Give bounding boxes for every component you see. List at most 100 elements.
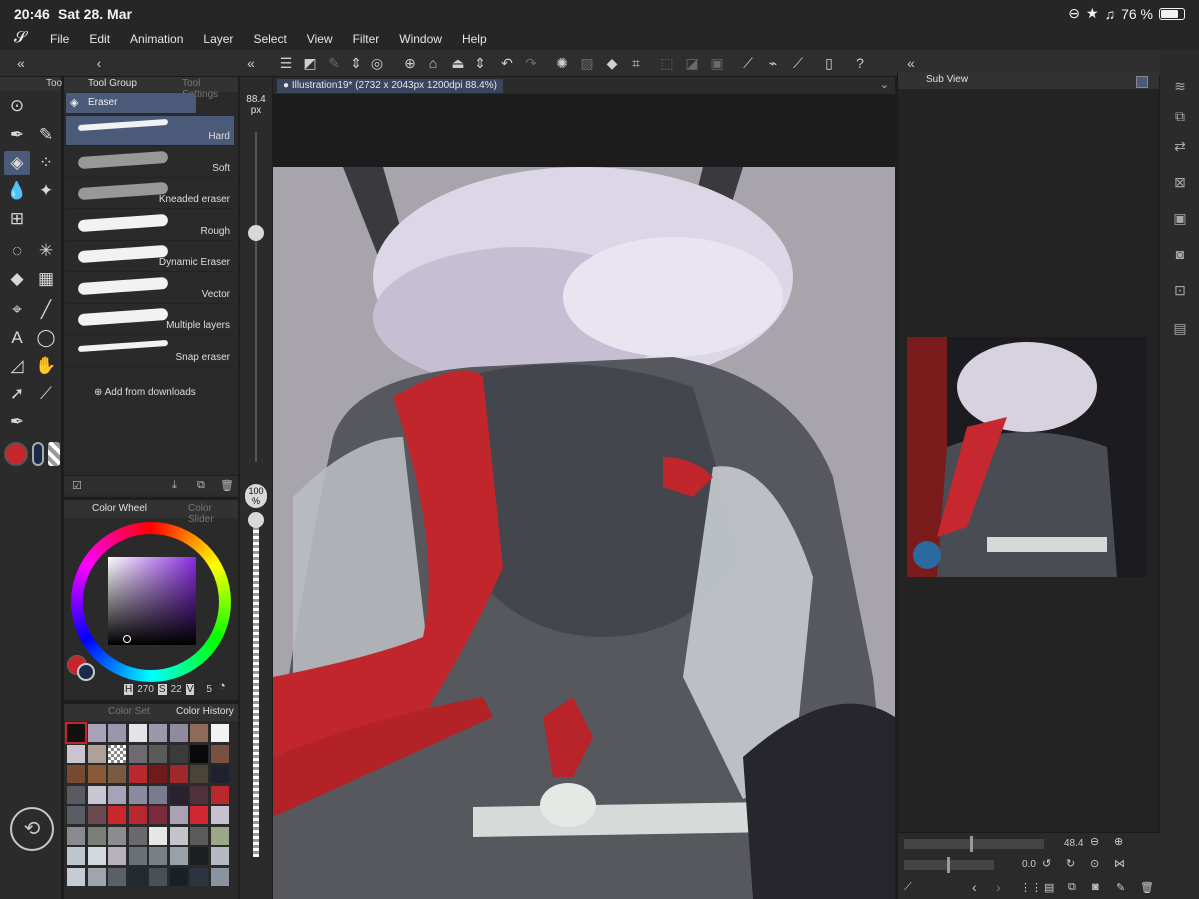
zoom-in-icon[interactable]: ⊕ (1114, 835, 1123, 848)
trash-icon[interactable]: 🗑 (220, 479, 234, 492)
color-swatch[interactable] (67, 826, 85, 845)
color-swatch[interactable] (169, 826, 188, 845)
color-swatch[interactable] (108, 765, 126, 783)
color-swatch[interactable] (108, 826, 126, 845)
opacity-slider-handle[interactable] (248, 512, 264, 528)
arrows-updown-icon[interactable]: ⇕ (347, 54, 365, 72)
import-icon[interactable]: ⧉ (1068, 881, 1076, 894)
color-swatch[interactable] (149, 806, 167, 824)
snap-2-icon[interactable]: ⟋ (789, 54, 807, 72)
line-tool-icon[interactable]: ╱ (33, 298, 59, 322)
menu-hamburger-icon[interactable]: ☰ (277, 54, 295, 72)
color-swatch[interactable] (65, 722, 87, 744)
edit-icon[interactable]: ✎ (325, 54, 343, 72)
tab-color-slider[interactable]: Color Slider (188, 503, 238, 525)
color-swatch[interactable] (128, 744, 147, 763)
menu-select[interactable]: Select (253, 32, 286, 46)
menu-file[interactable]: File (50, 32, 69, 46)
opacity-slider-track[interactable] (253, 517, 259, 857)
color-swatch[interactable] (67, 744, 85, 763)
color-swatch[interactable] (190, 744, 208, 763)
redo-icon[interactable]: ↷ (522, 54, 540, 72)
reference-image[interactable] (907, 337, 1147, 577)
color-swatch[interactable] (149, 785, 167, 804)
color-swatch[interactable] (128, 826, 147, 845)
history-icon[interactable]: ⇄ (1170, 136, 1190, 156)
trash-icon[interactable]: 🗑 (1140, 881, 1154, 894)
menu-filter[interactable]: Filter (353, 32, 380, 46)
prev-image-icon[interactable]: ‹ (972, 879, 977, 895)
rotate-slider-handle[interactable] (947, 857, 950, 873)
next-image-icon[interactable]: › (996, 879, 1001, 895)
navigator-icon[interactable]: ⊠ (1170, 172, 1190, 192)
sub-color-chip[interactable] (77, 663, 95, 681)
color-swatch[interactable] (108, 744, 126, 763)
color-swatch[interactable] (87, 785, 106, 804)
correct-line-tool-icon[interactable]: ✒ (4, 410, 30, 434)
color-swatch[interactable] (169, 724, 188, 742)
companion-icon[interactable]: ◎ (368, 54, 386, 72)
color-swatch[interactable] (67, 867, 85, 886)
color-swatch[interactable] (108, 785, 126, 804)
move-layer-tool-icon[interactable]: ⌖ (4, 298, 30, 322)
color-swatch[interactable] (87, 867, 106, 886)
zoom-slider[interactable] (904, 839, 1044, 849)
open-folder-icon[interactable]: ⌂ (424, 54, 442, 72)
menu-window[interactable]: Window (399, 32, 442, 46)
brush-item[interactable]: Soft (66, 148, 234, 178)
arrows-updown-2-icon[interactable]: ⇕ (471, 54, 489, 72)
add-from-downloads-button[interactable]: ⊕ Add from downloads (94, 387, 196, 398)
color-swatch[interactable] (149, 765, 167, 783)
brush-item[interactable]: Rough (66, 211, 234, 241)
color-swatch[interactable] (190, 806, 208, 824)
size-slider-handle[interactable] (248, 225, 264, 241)
saturation-value-square[interactable] (108, 557, 196, 645)
flip-horizontal-icon[interactable]: ⋈ (1114, 857, 1125, 870)
brush-item[interactable]: Snap eraser (66, 337, 234, 367)
invert-selection-icon[interactable]: ◪ (683, 54, 701, 72)
fill-icon[interactable]: ◆ (603, 54, 621, 72)
color-swatch[interactable] (87, 847, 106, 865)
app-logo-icon[interactable]: 𝓢 (14, 29, 26, 47)
figure-tool-icon[interactable]: ⊞ (4, 207, 30, 231)
save-icon[interactable]: ⏏ (449, 54, 467, 72)
gradient-tool-icon[interactable]: ▦ (33, 267, 59, 291)
color-swatch[interactable] (108, 724, 126, 742)
color-swatch[interactable] (67, 765, 85, 783)
ruler-tool-icon[interactable]: ◿ (4, 354, 30, 378)
color-swatch[interactable] (169, 867, 188, 886)
blend-tool-icon[interactable]: 💧 (4, 179, 30, 203)
brush-item[interactable]: Kneaded eraser (66, 179, 234, 209)
deselect-icon[interactable]: ⬚ (658, 54, 676, 72)
rotate-left-icon[interactable]: ↺ (1042, 857, 1051, 870)
undo-icon[interactable]: ↶ (498, 54, 516, 72)
color-swatch[interactable] (210, 806, 229, 824)
current-tool-header[interactable]: ◈ Eraser (66, 93, 196, 113)
new-canvas-icon[interactable]: ◩ (301, 54, 319, 72)
tab-sub-view[interactable]: Sub View (926, 74, 968, 85)
menu-help[interactable]: Help (462, 32, 487, 46)
color-swatch[interactable] (87, 806, 106, 824)
phone-icon[interactable]: ▯ (820, 54, 838, 72)
color-swatch[interactable] (190, 765, 208, 783)
eyedropper-icon[interactable]: ⟋ (904, 881, 912, 894)
color-swatch[interactable] (128, 847, 147, 865)
color-swatch[interactable] (210, 867, 229, 886)
color-swatch[interactable] (169, 806, 188, 824)
color-swatch[interactable] (128, 806, 147, 824)
color-swatch[interactable] (169, 744, 188, 763)
folder-icon[interactable]: ▤ (1044, 881, 1054, 894)
collapse-left-icon[interactable]: « (12, 54, 30, 72)
size-slider-track[interactable] (255, 132, 257, 462)
color-swatch[interactable] (210, 765, 229, 783)
brush-item[interactable]: Hard (66, 116, 234, 146)
layers-icon[interactable]: ≋ (1170, 76, 1190, 96)
camera-panel-icon[interactable]: ◙ (1170, 244, 1190, 264)
tab-color-history[interactable]: Color History (176, 706, 234, 717)
download-tool-icon[interactable]: ⊙ (4, 94, 30, 118)
color-swatch[interactable] (210, 847, 229, 865)
color-swatch[interactable] (87, 826, 106, 845)
camera-icon[interactable]: ◙ (1092, 881, 1099, 893)
edit-icon[interactable]: ✎ (1116, 881, 1125, 894)
object-tool-icon[interactable]: ➚ (4, 382, 30, 406)
